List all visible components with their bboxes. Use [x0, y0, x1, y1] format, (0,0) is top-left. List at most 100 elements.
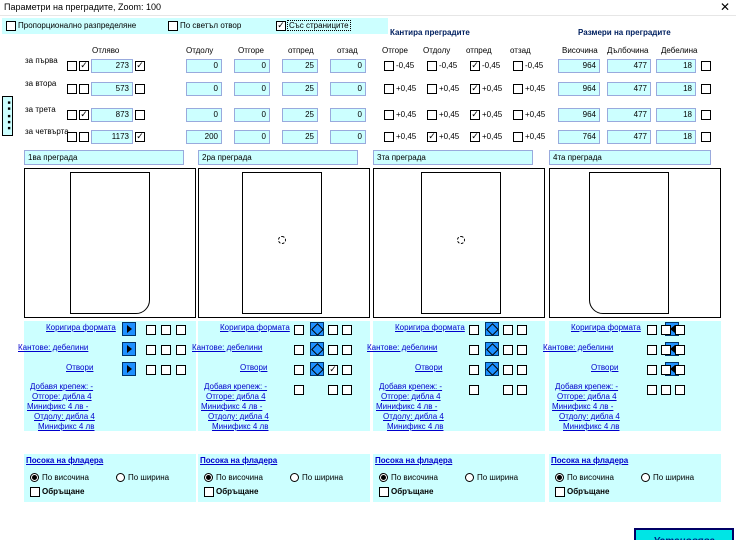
partition-link[interactable]: Добавя крепеж: -	[379, 382, 475, 391]
partition-option-checkbox[interactable]	[675, 385, 685, 395]
partition-option-checkbox[interactable]	[469, 325, 479, 335]
row-left-checkbox-a[interactable]	[67, 61, 77, 71]
partition-link[interactable]: Отдолу: дибла 4	[34, 412, 130, 421]
partition-link[interactable]: Минификс 4 лв	[212, 422, 308, 431]
height-field[interactable]: 964	[558, 59, 600, 73]
depth-field[interactable]: 477	[607, 130, 651, 144]
grain-width-radio[interactable]	[116, 473, 125, 482]
partition-option-checkbox[interactable]	[294, 325, 304, 335]
partition-option-checkbox[interactable]	[647, 325, 657, 335]
row-size-checkbox[interactable]	[701, 61, 711, 71]
partition-option-checkbox[interactable]	[342, 365, 352, 375]
front-field[interactable]: 25	[282, 108, 318, 122]
row-left-checkbox-c[interactable]	[135, 110, 145, 120]
partition-link[interactable]: Минификс 4 лв	[387, 422, 483, 431]
depth-field[interactable]: 477	[607, 108, 651, 122]
bottom-field[interactable]: 0	[186, 82, 222, 96]
partition-option-checkbox[interactable]	[647, 345, 657, 355]
bottom-field[interactable]: 0	[186, 108, 222, 122]
partition-option-checkbox[interactable]	[661, 325, 671, 335]
grain-width-radio[interactable]	[290, 473, 299, 482]
row-left-checkbox-c[interactable]	[135, 132, 145, 142]
row-size-checkbox[interactable]	[701, 132, 711, 142]
apply-button[interactable]: Установява	[634, 528, 734, 540]
partition-option-checkbox[interactable]	[146, 365, 156, 375]
edge-checkbox[interactable]	[513, 132, 523, 142]
diamond-arrow-button[interactable]	[485, 362, 499, 376]
light-opening-checkbox[interactable]	[168, 21, 178, 31]
partition-option-checkbox[interactable]	[176, 325, 186, 335]
edge-checkbox[interactable]	[470, 61, 480, 71]
partition-option-checkbox[interactable]	[647, 385, 657, 395]
top-field[interactable]: 0	[234, 130, 270, 144]
partition-link[interactable]: Минификс 4 лв -	[376, 402, 472, 411]
partition-link[interactable]: Отдолу: дибла 4	[208, 412, 304, 421]
row-left-checkbox-c[interactable]	[135, 61, 145, 71]
partition-option-checkbox[interactable]	[342, 345, 352, 355]
partition-option-checkbox[interactable]	[328, 345, 338, 355]
grain-direction-link[interactable]: Посока на фладера	[375, 456, 495, 465]
partition-option-checkbox[interactable]	[517, 345, 527, 355]
thickness-field[interactable]: 18	[656, 82, 696, 96]
depth-field[interactable]: 477	[607, 82, 651, 96]
left-offset-field[interactable]: 873	[91, 108, 133, 122]
diamond-arrow-button[interactable]	[310, 322, 324, 336]
row-size-checkbox[interactable]	[701, 110, 711, 120]
partition-option-checkbox[interactable]	[675, 365, 685, 375]
height-field[interactable]: 964	[558, 108, 600, 122]
row-left-checkbox-a[interactable]	[67, 132, 77, 142]
front-field[interactable]: 25	[282, 59, 318, 73]
height-field[interactable]: 764	[558, 130, 600, 144]
grain-width-radio[interactable]	[641, 473, 650, 482]
front-field[interactable]: 25	[282, 82, 318, 96]
partition-link[interactable]: Кантове: дебелини	[192, 343, 288, 352]
edge-checkbox[interactable]	[470, 132, 480, 142]
diamond-arrow-button[interactable]	[485, 322, 499, 336]
edge-checkbox[interactable]	[427, 61, 437, 71]
top-field[interactable]: 0	[234, 59, 270, 73]
edge-checkbox[interactable]	[384, 84, 394, 94]
partition-option-checkbox[interactable]	[661, 385, 671, 395]
arrow-button[interactable]	[122, 362, 136, 376]
bottom-field[interactable]: 0	[186, 59, 222, 73]
arrow-button[interactable]	[122, 342, 136, 356]
close-icon[interactable]: ✕	[720, 0, 730, 14]
with-sides-checkbox[interactable]	[276, 21, 286, 31]
partition-link[interactable]: Минификс 4 лв -	[552, 402, 648, 411]
partition-link[interactable]: Добавя крепеж: -	[555, 382, 651, 391]
partition-link[interactable]: Кантове: дебелини	[367, 343, 463, 352]
partition-option-checkbox[interactable]	[342, 325, 352, 335]
partition-option-checkbox[interactable]	[661, 365, 671, 375]
edge-checkbox[interactable]	[427, 110, 437, 120]
top-field[interactable]: 0	[234, 108, 270, 122]
row-left-checkbox-a[interactable]	[67, 84, 77, 94]
partition-option-checkbox[interactable]	[161, 345, 171, 355]
partition-option-checkbox[interactable]	[294, 385, 304, 395]
partition-link[interactable]: Отдолу: дибла 4	[383, 412, 479, 421]
partition-link[interactable]: Добавя крепеж: -	[30, 382, 126, 391]
partition-option-checkbox[interactable]	[342, 385, 352, 395]
grain-direction-link[interactable]: Посока на фладера	[551, 456, 671, 465]
partition-option-checkbox[interactable]	[294, 365, 304, 375]
edge-checkbox[interactable]	[427, 84, 437, 94]
partition-option-checkbox[interactable]	[161, 325, 171, 335]
top-field[interactable]: 0	[234, 82, 270, 96]
diamond-arrow-button[interactable]	[485, 342, 499, 356]
depth-field[interactable]: 477	[607, 59, 651, 73]
grain-height-radio[interactable]	[204, 473, 213, 482]
partition-link[interactable]: Минификс 4 лв -	[27, 402, 123, 411]
proportional-checkbox[interactable]	[6, 21, 16, 31]
partition-link[interactable]: Минификс 4 лв	[563, 422, 659, 431]
partition-option-checkbox[interactable]	[661, 345, 671, 355]
row-size-checkbox[interactable]	[701, 84, 711, 94]
edge-checkbox[interactable]	[513, 84, 523, 94]
partition-link[interactable]: Добавя крепеж: -	[204, 382, 300, 391]
edge-checkbox[interactable]	[384, 110, 394, 120]
partition-option-checkbox[interactable]	[294, 345, 304, 355]
back-field[interactable]: 0	[330, 82, 366, 96]
row-left-checkbox-a[interactable]	[67, 110, 77, 120]
left-offset-field[interactable]: 1173	[91, 130, 133, 144]
row-left-checkbox-b[interactable]	[79, 84, 89, 94]
row-left-checkbox-b[interactable]	[79, 110, 89, 120]
partition-option-checkbox[interactable]	[469, 385, 479, 395]
